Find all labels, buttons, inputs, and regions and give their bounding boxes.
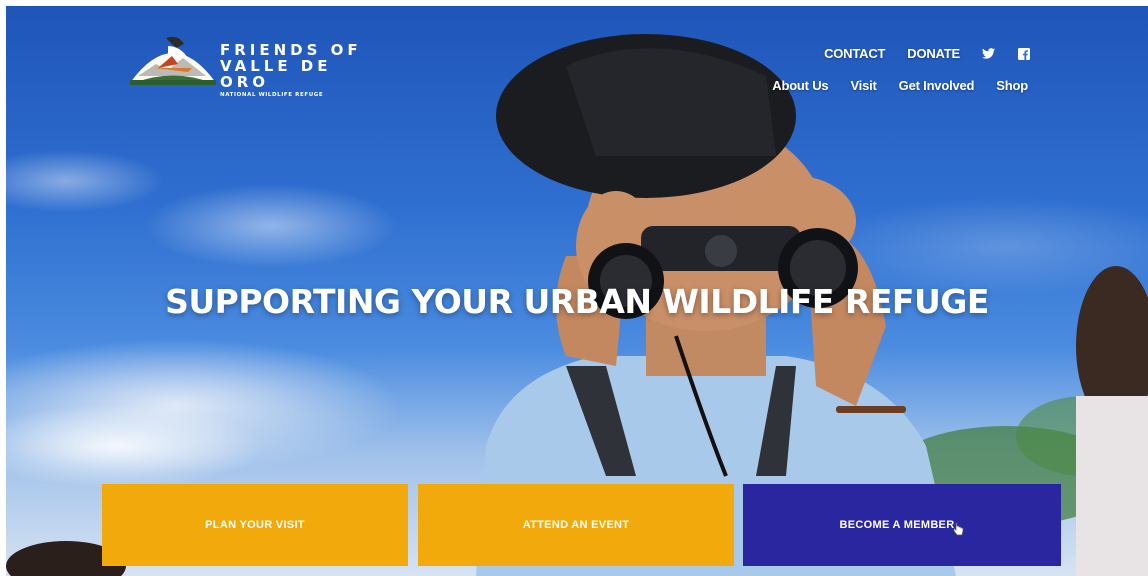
- utility-nav: CONTACT DONATE: [824, 46, 1030, 61]
- logo-title-line2: VALLE DE ORO: [220, 57, 332, 91]
- facebook-icon[interactable]: [1017, 47, 1030, 60]
- site-logo[interactable]: FRIENDS OF VALLE DE ORO NATIONAL WILDLIF…: [128, 28, 378, 98]
- donate-link[interactable]: DONATE: [907, 46, 960, 61]
- plan-your-visit-button[interactable]: PLAN YOUR VISIT: [102, 484, 408, 566]
- attend-an-event-button[interactable]: ATTEND AN EVENT: [418, 484, 734, 566]
- nav-visit[interactable]: Visit: [850, 78, 876, 93]
- logo-title-line1: FRIENDS OF: [220, 41, 362, 59]
- hero-section: FRIENDS OF VALLE DE ORO NATIONAL WILDLIF…: [6, 6, 1148, 576]
- nav-shop[interactable]: Shop: [996, 78, 1028, 93]
- twitter-icon[interactable]: [982, 47, 995, 60]
- logo-subtitle: NATIONAL WILDLIFE REFUGE: [220, 92, 324, 98]
- contact-link[interactable]: CONTACT: [824, 46, 885, 61]
- mouse-cursor-icon: [954, 522, 964, 536]
- become-a-member-button[interactable]: BECOME A MEMBER: [743, 484, 1061, 566]
- main-nav: About Us Visit Get Involved Shop: [772, 78, 1028, 93]
- nav-about-us[interactable]: About Us: [772, 78, 828, 93]
- become-a-member-label: BECOME A MEMBER: [839, 519, 955, 531]
- nav-get-involved[interactable]: Get Involved: [899, 78, 975, 93]
- logo-emblem-icon: [130, 36, 216, 85]
- hero-headline: SUPPORTING YOUR URBAN WILDLIFE REFUGE: [165, 282, 989, 321]
